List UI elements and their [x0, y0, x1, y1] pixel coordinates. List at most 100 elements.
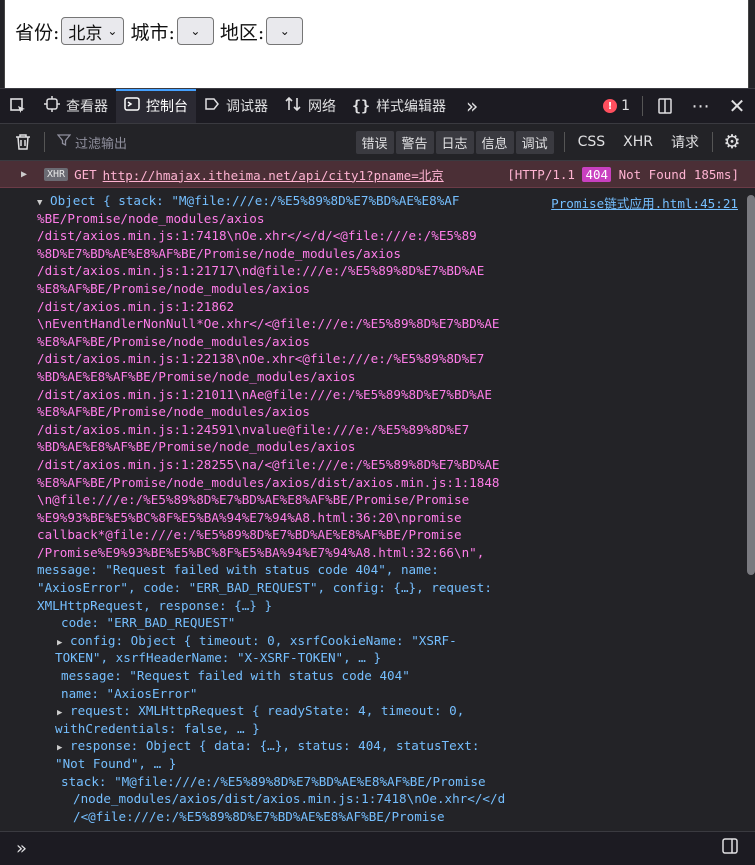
- filter-icon: [56, 133, 72, 151]
- console-scrollbar[interactable]: [747, 195, 755, 575]
- filter-xhr[interactable]: XHR: [623, 134, 653, 150]
- status-prefix: [HTTP/1.1: [507, 166, 575, 182]
- property-row-text: config: Object { timeout: 0, xsrfCookieN…: [70, 632, 457, 648]
- property-row: TOKEN", xsrfHeaderName: "X-XSRF-TOKEN", …: [0, 649, 755, 667]
- stack-line: %E8%AF%BE/Promise/node_modules/axios: [0, 403, 755, 421]
- level-errors[interactable]: 错误: [355, 130, 394, 154]
- devtools-toolbar: 查看器 控制台 调试器 网络 {} 样式编辑器 » ! 1 ⋯ ✕: [0, 88, 755, 124]
- stack-line-text: \nEventHandlerNonNull*Oe.xhr</<@file:///…: [37, 316, 500, 332]
- error-icon: !: [603, 99, 618, 113]
- element-picker-icon[interactable]: [0, 89, 36, 123]
- filter-requests[interactable]: 请求: [671, 132, 699, 152]
- summary-line-text: XMLHttpRequest, response: {…} }: [37, 597, 273, 613]
- stack-line-text: %BD%AE%E8%AF%BE/Promise/node_modules/axi…: [37, 439, 356, 455]
- network-error-message[interactable]: ▶ XHR GET http://hmajax.itheima.net/api/…: [0, 161, 755, 188]
- gear-icon[interactable]: ⚙: [717, 131, 747, 153]
- tab-style-editor[interactable]: {} 样式编辑器: [344, 89, 454, 123]
- tab-network[interactable]: 网络: [276, 89, 344, 123]
- stack-line: \nEventHandlerNonNull*Oe.xhr</<@file:///…: [0, 315, 755, 333]
- style-editor-icon: {}: [352, 97, 371, 115]
- stack-line-text: %E8%AF%BE/Promise/node_modules/axios: [37, 333, 310, 349]
- network-icon: [284, 96, 302, 116]
- console-input-bar[interactable]: »: [0, 831, 755, 865]
- property-row[interactable]: ▶ request: XMLHttpRequest { readyState: …: [0, 702, 755, 720]
- stack-line: /dist/axios.min.js:1:22138\nOe.xhr<@file…: [0, 350, 755, 368]
- toolbar-right: ! 1 ⋯ ✕: [595, 89, 755, 123]
- stack-line-text: /dist/axios.min.js:1:21862: [37, 298, 235, 314]
- property-row: /node_modules/axios/dist/axios.min.js:1:…: [0, 790, 755, 808]
- expand-triangle-icon[interactable]: ▶: [57, 638, 62, 648]
- level-warnings[interactable]: 警告: [395, 130, 434, 154]
- request-url[interactable]: http://hmajax.itheima.net/api/city1?pnam…: [103, 165, 444, 184]
- toolbar-divider: [642, 96, 643, 116]
- expand-triangle-icon[interactable]: ▶: [21, 169, 27, 180]
- object-summary-line[interactable]: ▼ Object { stack: "M@file:///e:/%E5%89%8…: [0, 192, 755, 210]
- level-info[interactable]: 信息: [475, 130, 514, 154]
- property-row: "Not Found", … }: [0, 755, 755, 773]
- expand-triangle-icon[interactable]: ▶: [57, 708, 62, 718]
- level-logs[interactable]: 日志: [435, 130, 474, 154]
- level-divider: [563, 132, 565, 152]
- collapse-triangle-icon[interactable]: ▼: [37, 198, 42, 208]
- stack-line: /dist/axios.min.js:1:21862: [0, 298, 755, 316]
- stack-line-text: %E8%AF%BE/Promise/node_modules/axios: [37, 404, 310, 420]
- summary-line: XMLHttpRequest, response: {…} }: [0, 597, 755, 615]
- property-row-text: code: "ERR_BAD_REQUEST": [61, 615, 236, 631]
- inspector-icon: [44, 96, 60, 116]
- log-level-group: 错误 警告 日志 信息 调试 CSS XHR 请求 ⚙: [354, 130, 748, 154]
- stack-line: %8D%E7%BD%AE%E8%AF%BE/Promise/node_modul…: [0, 245, 755, 263]
- stack-line: /dist/axios.min.js:1:24591\nvalue@file:/…: [0, 421, 755, 439]
- province-select-value: 北京: [68, 23, 103, 44]
- chevron-down-icon: ⌄: [190, 24, 201, 38]
- property-row-text: /node_modules/axios/dist/axios.min.js:1:…: [73, 791, 506, 807]
- property-row: /<@file:///e:/%E5%89%8D%E7%BD%AE%E8%AF%B…: [0, 808, 755, 826]
- stack-line: /dist/axios.min.js:1:21717\nd@file:///e:…: [0, 262, 755, 280]
- filter-output-input[interactable]: 过滤输出: [56, 133, 127, 152]
- city-select[interactable]: ⌄: [176, 17, 214, 45]
- stack-line: /dist/axios.min.js:1:21011\nAe@file:///e…: [0, 386, 755, 404]
- summary-line: "AxiosError", code: "ERR_BAD_REQUEST", c…: [0, 579, 755, 597]
- trash-icon[interactable]: [6, 125, 40, 159]
- stack-line-text: %BE/Promise/node_modules/axios: [37, 210, 265, 226]
- dock-side-icon[interactable]: [647, 89, 683, 123]
- area-label: 地区:: [219, 21, 265, 44]
- more-options-icon[interactable]: ⋯: [683, 89, 719, 123]
- error-count-badge[interactable]: ! 1: [595, 98, 638, 114]
- tab-inspector[interactable]: 查看器: [36, 89, 116, 123]
- summary-line: message: "Request failed with status cod…: [0, 561, 755, 579]
- more-tabs-icon[interactable]: »: [454, 89, 490, 123]
- object-summary-line-text: Object { stack: "M@file:///e:/%E5%89%8D%…: [50, 193, 460, 208]
- stack-line-text: %BD%AE%E8%AF%BE/Promise/node_modules/axi…: [37, 368, 356, 384]
- selector-row: 省份: 北京 ⌄ 城市: ⌄ 地区: ⌄: [15, 17, 309, 45]
- stack-line-text: %8D%E7%BD%AE%E8%AF%BE/Promise/node_modul…: [37, 245, 401, 261]
- level-debug[interactable]: 调试: [515, 130, 554, 154]
- stack-line: %E9%93%BE%E5%BC%8F%E5%BA%94%E7%94%A8.htm…: [0, 509, 755, 527]
- stack-line: %BD%AE%E8%AF%BE/Promise/node_modules/axi…: [0, 438, 755, 456]
- filter-divider: [44, 132, 45, 152]
- filter-css[interactable]: CSS: [578, 134, 606, 150]
- stack-line: \n@file:///e:/%E5%89%8D%E7%BD%AE%E8%AF%B…: [0, 491, 755, 509]
- area-select[interactable]: ⌄: [266, 17, 304, 45]
- property-row[interactable]: ▶ config: Object { timeout: 0, xsrfCooki…: [0, 632, 755, 650]
- province-select[interactable]: 北京 ⌄: [61, 17, 125, 45]
- request-method: GET: [74, 166, 97, 182]
- stack-line-text: \n@file:///e:/%E5%89%8D%E7%BD%AE%E8%AF%B…: [37, 492, 470, 508]
- stack-line-text: %E8%AF%BE/Promise/node_modules/axios: [37, 280, 310, 296]
- property-row[interactable]: ▶ response: Object { data: {…}, status: …: [0, 737, 755, 755]
- xhr-tag: XHR: [44, 167, 69, 181]
- error-count: 1: [621, 98, 630, 114]
- tab-debugger[interactable]: 调试器: [196, 89, 276, 123]
- close-icon[interactable]: ✕: [719, 89, 755, 123]
- property-row-text: response: Object { data: {…}, status: 40…: [70, 738, 480, 754]
- summary-line-text: "AxiosError", code: "ERR_BAD_REQUEST", c…: [37, 580, 492, 596]
- stack-line-text: /dist/axios.min.js:1:28255\na/<@file:///…: [37, 456, 500, 472]
- stack-line: %E8%AF%BE/Promise/node_modules/axios/dis…: [0, 474, 755, 492]
- property-row: code: "ERR_BAD_REQUEST": [0, 614, 755, 632]
- property-row-text: stack: "M@file:///e:/%E5%89%8D%E7%BD%AE%…: [61, 773, 486, 789]
- property-row-text: /<@file:///e:/%E5%89%8D%E7%BD%AE%E8%AF%B…: [73, 808, 445, 824]
- stack-line-text: /Promise%E9%93%BE%E5%BC%8F%E5%BA%94%E7%9…: [37, 544, 485, 560]
- sidebar-toggle-icon[interactable]: [721, 837, 739, 860]
- tab-console[interactable]: 控制台: [116, 89, 196, 123]
- expand-triangle-icon[interactable]: ▶: [57, 743, 62, 753]
- stack-line: callback*@file:///e:/%E5%89%8D%E7%BD%AE%…: [0, 526, 755, 544]
